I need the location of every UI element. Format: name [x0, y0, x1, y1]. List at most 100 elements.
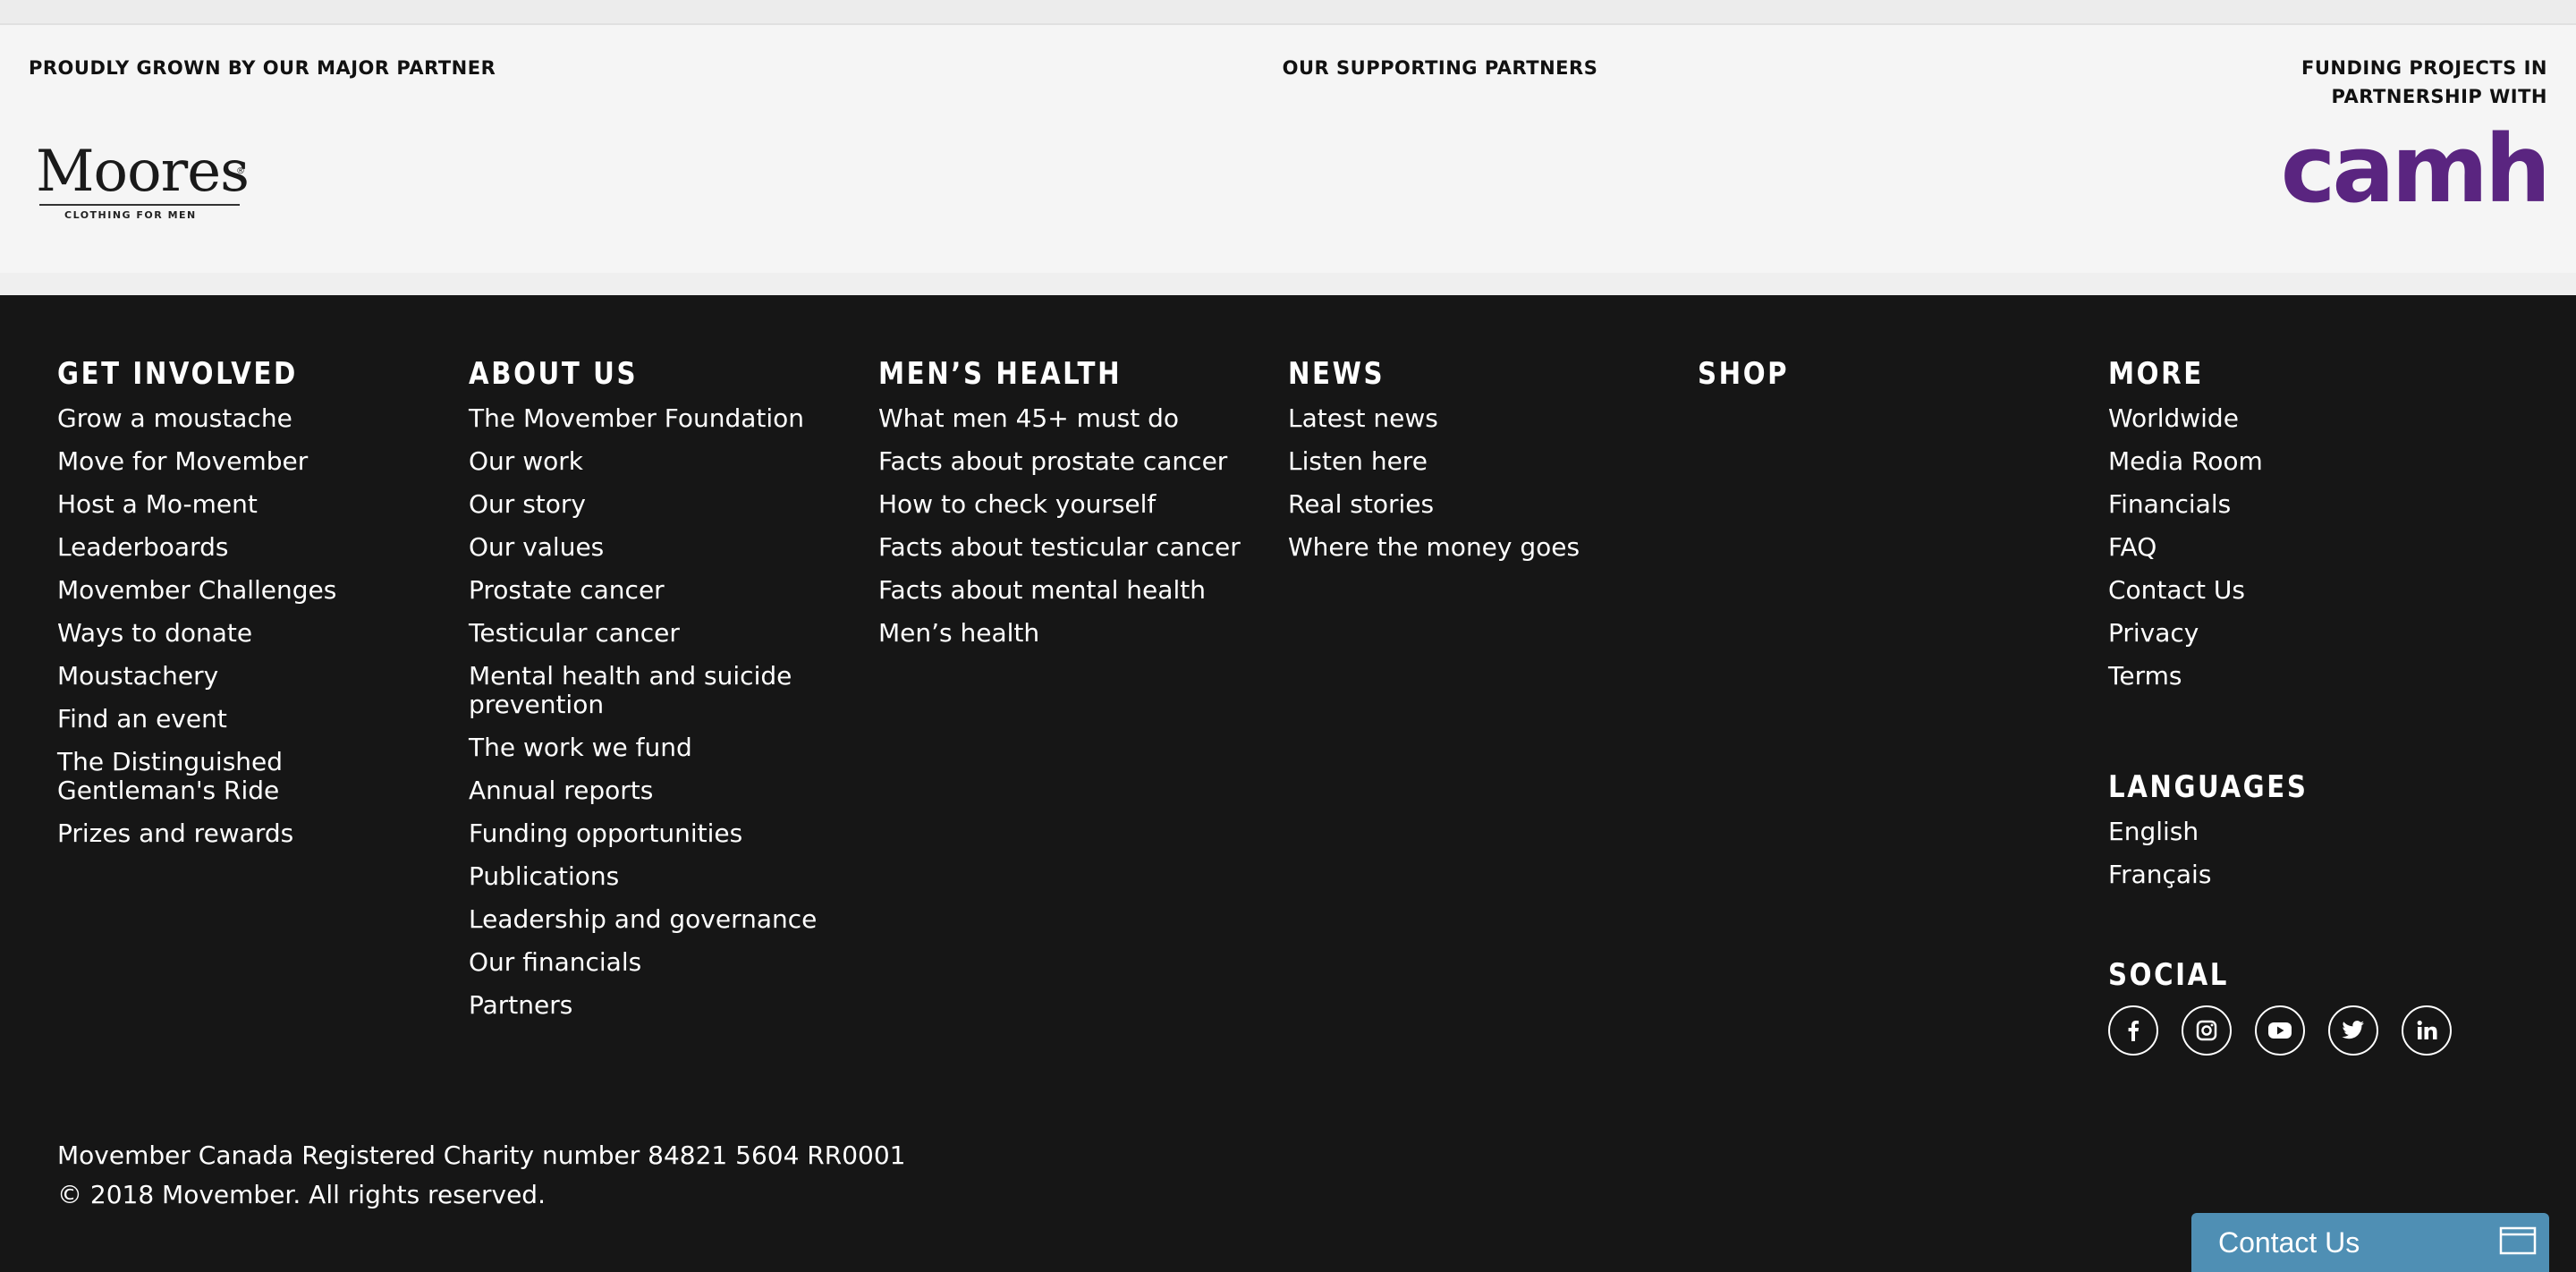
- footer-link-how-to-check-yourself[interactable]: How to check yourself: [878, 490, 1254, 519]
- footer-heading-mens-health: MEN’S HEALTH: [878, 356, 1123, 392]
- instagram-icon: [2195, 1019, 2218, 1042]
- footer-link-find-an-event[interactable]: Find an event: [57, 705, 433, 734]
- footer-link-where-the-money-goes[interactable]: Where the money goes: [1288, 533, 1664, 562]
- footer-link-leaderboards[interactable]: Leaderboards: [57, 533, 433, 562]
- moores-logo-tagline: CLOTHING FOR MEN: [64, 209, 197, 221]
- footer-link-terms[interactable]: Terms: [2108, 662, 2484, 691]
- footer-get-involved-list: Grow a moustache Move for Movember Host a …: [57, 404, 433, 848]
- footer-link-our-work[interactable]: Our work: [469, 447, 844, 476]
- footer-link-label: Our story: [469, 489, 586, 519]
- footer-link-partners[interactable]: Partners: [469, 991, 844, 1020]
- footer-link-label: Moustachery: [57, 661, 219, 691]
- footer-link-label: Leadership and governance: [469, 904, 818, 934]
- footer-column-about-us: ABOUT US The Movember Foundation Our work O…: [469, 354, 862, 1034]
- facebook-icon: [2122, 1019, 2145, 1042]
- legal-info: Movember Canada Registered Charity numbe…: [57, 1136, 905, 1215]
- footer-link-label: Our values: [469, 532, 605, 562]
- footer-link-grow-a-moustache[interactable]: Grow a moustache: [57, 404, 433, 433]
- linkedin-link[interactable]: [2402, 1005, 2452, 1056]
- footer-link-ways-to-donate[interactable]: Ways to donate: [57, 619, 433, 648]
- partners-section: PROUDLY GROWN BY OUR MAJOR PARTNER OUR S…: [0, 25, 2576, 273]
- footer-link-prizes-and-rewards[interactable]: Prizes and rewards: [57, 819, 433, 848]
- footer-link-mental-health-and-suicide-prevention[interactable]: Mental health and suicide prevention: [469, 662, 844, 719]
- footer-link-english[interactable]: English: [2108, 818, 2484, 846]
- footer-about-us-list: The Movember Foundation Our work Our story…: [469, 404, 862, 1020]
- footer-heading-news: NEWS: [1288, 356, 1385, 392]
- footer-link-label: What men 45+ must do: [878, 403, 1179, 433]
- footer-link-media-room[interactable]: Media Room: [2108, 447, 2484, 476]
- footer-link-label: Prostate cancer: [469, 575, 665, 605]
- footer-link-facts-about-prostate-cancer[interactable]: Facts about prostate cancer: [878, 447, 1254, 476]
- footer-link-label: Where the money goes: [1288, 532, 1580, 562]
- footer-link-moustachery[interactable]: Moustachery: [57, 662, 433, 691]
- footer-link-what-men-45-must-do[interactable]: What men 45+ must do: [878, 404, 1254, 433]
- footer-languages: LANGUAGES English Français: [2108, 767, 2538, 889]
- footer-heading-more: MORE: [2108, 356, 2204, 392]
- footer-link-leadership-and-governance[interactable]: Leadership and governance: [469, 905, 844, 934]
- facebook-link[interactable]: [2108, 1005, 2158, 1056]
- footer-column-shop: SHOP: [1698, 354, 1966, 404]
- footer-link-our-story[interactable]: Our story: [469, 490, 844, 519]
- footer-link-label: Ways to donate: [57, 618, 253, 648]
- footer-link-label: Latest news: [1288, 403, 1438, 433]
- charity-number: Movember Canada Registered Charity numbe…: [57, 1141, 906, 1170]
- footer-link-label: Listen here: [1288, 446, 1428, 476]
- contact-us-button[interactable]: Contact Us: [2191, 1213, 2549, 1272]
- camh-logo[interactable]: camh: [2281, 120, 2551, 218]
- footer-link-label: FAQ: [2108, 532, 2157, 562]
- footer-heading-languages: LANGUAGES: [2108, 769, 2309, 805]
- footer-link-our-values[interactable]: Our values: [469, 533, 844, 562]
- footer-link-facts-about-testicular-cancer[interactable]: Facts about testicular cancer: [878, 533, 1254, 562]
- footer-link-facts-about-mental-health[interactable]: Facts about mental health: [878, 576, 1254, 605]
- footer-link-privacy[interactable]: Privacy: [2108, 619, 2484, 648]
- footer-link-label: Our financials: [469, 947, 642, 977]
- footer-link-mens-health[interactable]: Men’s health: [878, 619, 1254, 648]
- footer-link-label: Contact Us: [2108, 575, 2245, 605]
- moores-logo[interactable]: Moores ® CLOTHING FOR MEN: [34, 140, 250, 225]
- footer-link-label: Financials: [2108, 489, 2232, 519]
- footer-link-publications[interactable]: Publications: [469, 862, 844, 891]
- footer-link-movember-challenges[interactable]: Movember Challenges: [57, 576, 433, 605]
- footer-heading-shop: SHOP: [1698, 356, 1790, 392]
- footer-link-contact-us[interactable]: Contact Us: [2108, 576, 2484, 605]
- footer-link-annual-reports[interactable]: Annual reports: [469, 776, 844, 805]
- footer-link-financials[interactable]: Financials: [2108, 490, 2484, 519]
- instagram-link[interactable]: [2182, 1005, 2232, 1056]
- footer-link-label: Move for Movember: [57, 446, 309, 476]
- footer-link-label: The Movember Foundation: [469, 403, 805, 433]
- contact-us-label: Contact Us: [2218, 1226, 2360, 1259]
- footer-link-testicular-cancer[interactable]: Testicular cancer: [469, 619, 844, 648]
- footer-link-our-financials[interactable]: Our financials: [469, 948, 844, 977]
- social-links: [2108, 1005, 2538, 1056]
- footer-link-the-distinguished-gentlemans-ride[interactable]: The Distinguished Gentleman's Ride: [57, 748, 433, 805]
- footer-link-label: Facts about testicular cancer: [878, 532, 1241, 562]
- footer-link-the-work-we-fund[interactable]: The work we fund: [469, 734, 844, 762]
- footer-link-fran-ais[interactable]: Français: [2108, 861, 2484, 889]
- footer-more-list: Worldwide Media Room Financials FAQ Contact …: [2108, 404, 2538, 691]
- footer-link-label: Français: [2108, 860, 2212, 889]
- footer-link-label: Partners: [469, 990, 573, 1020]
- footer-heading-about-us: ABOUT US: [469, 356, 639, 392]
- youtube-icon: [2267, 1021, 2292, 1040]
- footer-link-label: English: [2108, 817, 2199, 846]
- site-footer: GET INVOLVED Grow a moustache Move for Mov…: [0, 295, 2576, 1272]
- footer-link-label: Publications: [469, 861, 620, 891]
- moores-logo-wordmark: Moores: [36, 139, 250, 205]
- footer-link-label: Testicular cancer: [469, 618, 680, 648]
- footer-link-move-for-movember[interactable]: Move for Movember: [57, 447, 433, 476]
- footer-link-worldwide[interactable]: Worldwide: [2108, 404, 2484, 433]
- footer-link-the-movember-foundation[interactable]: The Movember Foundation: [469, 404, 844, 433]
- twitter-link[interactable]: [2328, 1005, 2378, 1056]
- footer-link-prostate-cancer[interactable]: Prostate cancer: [469, 576, 844, 605]
- footer-link-listen-here[interactable]: Listen here: [1288, 447, 1664, 476]
- youtube-link[interactable]: [2255, 1005, 2305, 1056]
- footer-heading-get-involved: GET INVOLVED: [57, 356, 298, 392]
- footer-link-funding-opportunities[interactable]: Funding opportunities: [469, 819, 844, 848]
- footer-link-label: Grow a moustache: [57, 403, 292, 433]
- footer-link-faq[interactable]: FAQ: [2108, 533, 2484, 562]
- footer-link-host-a-mo-ment[interactable]: Host a Mo-ment: [57, 490, 433, 519]
- footer-link-real-stories[interactable]: Real stories: [1288, 490, 1664, 519]
- footer-link-label: Men’s health: [878, 618, 1040, 648]
- footer-link-latest-news[interactable]: Latest news: [1288, 404, 1664, 433]
- footer-column-news: NEWS Latest news Listen here Real stories Wh…: [1288, 354, 1664, 576]
